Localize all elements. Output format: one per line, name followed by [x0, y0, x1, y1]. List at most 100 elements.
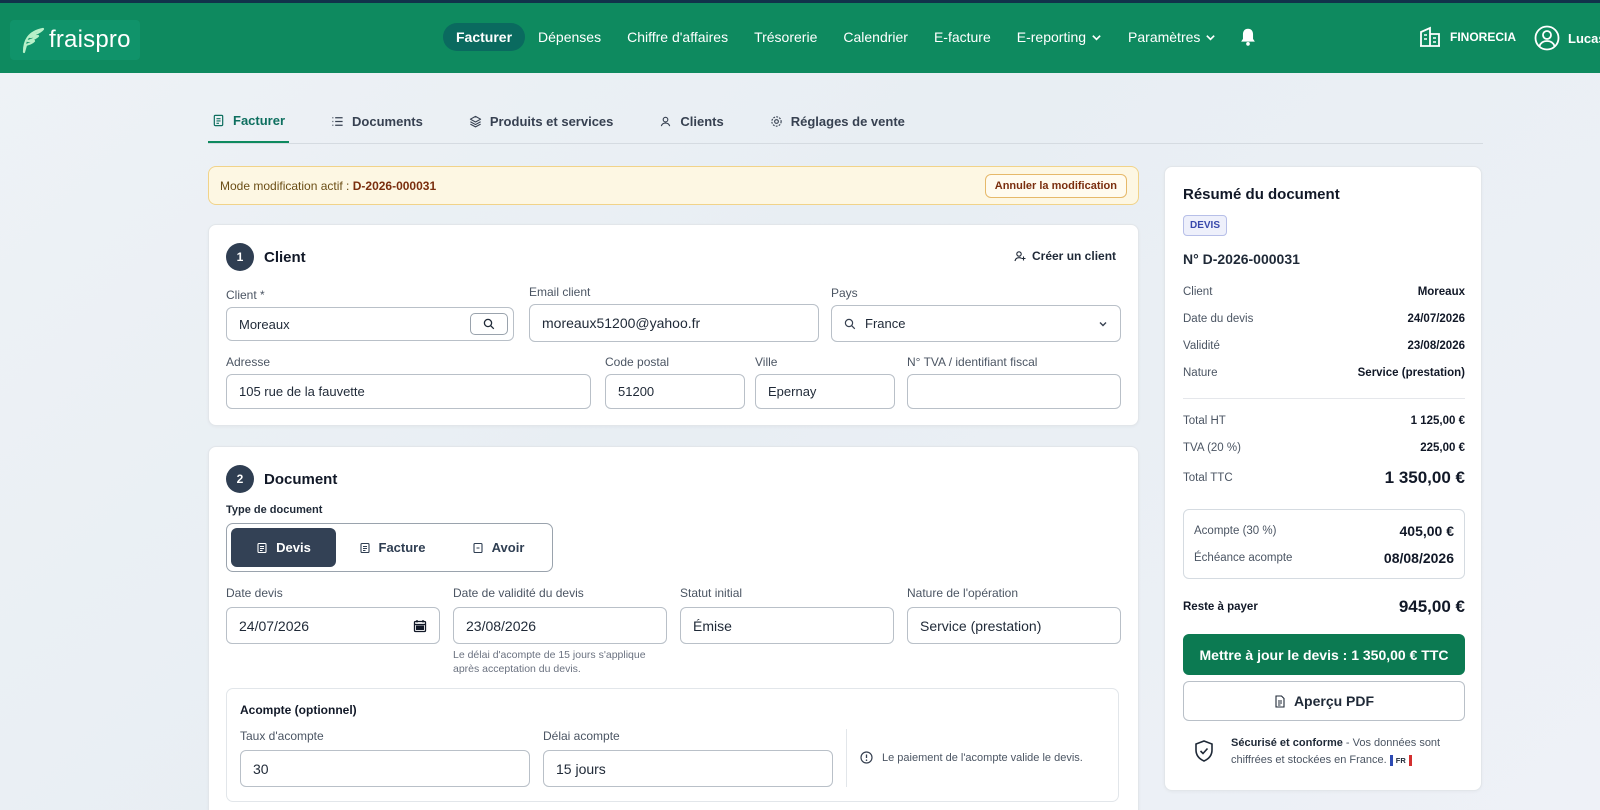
tva-label: TVA (20 %)	[1183, 442, 1241, 454]
nav-parametres-label: Paramètres	[1128, 29, 1201, 45]
france-flag-icon: FR	[1389, 754, 1412, 766]
logo-text: fraispro	[49, 26, 131, 53]
summary-row-nature: Nature Service (prestation)	[1183, 367, 1465, 379]
document-card: 2 Document Type de document Devis Factur…	[208, 446, 1139, 810]
tva-row: TVA (20 %) 225,00 €	[1183, 442, 1465, 454]
organization-switcher[interactable]: FINORECIA	[1418, 25, 1516, 49]
security-note: Sécurisé et conforme - Vos données sont …	[1193, 735, 1463, 769]
doc-type-toggle: Devis Facture Avoir	[226, 523, 553, 572]
app-logo[interactable]: fraispro	[10, 20, 140, 60]
tab-facturer[interactable]: Facturer	[208, 100, 290, 143]
date-value: 24/07/2026	[239, 617, 310, 634]
total-ttc-row: Total TTC 1 350,00 €	[1183, 468, 1465, 488]
create-client-label: Créer un client	[1032, 249, 1117, 263]
calendar-icon[interactable]	[413, 619, 427, 633]
summary-row-validity: Validité 23/08/2026	[1183, 340, 1465, 352]
tab-facturer-label: Facturer	[233, 113, 286, 128]
client-card: 1 Client Créer un client Client * Moreau…	[208, 224, 1139, 426]
invoice-icon	[213, 114, 224, 127]
summary-divider	[1183, 398, 1465, 399]
status-field[interactable]: Émise	[680, 607, 894, 644]
total-ht-value: 1 125,00 €	[1410, 415, 1465, 427]
summary-row-label: Validité	[1183, 340, 1220, 352]
doc-type-facture[interactable]: Facture	[340, 528, 444, 567]
client-name-value: Moreaux	[239, 316, 290, 332]
client-name-input[interactable]: Moreaux	[226, 307, 514, 341]
shield-check-icon	[1195, 740, 1213, 762]
nav-depenses[interactable]: Dépenses	[525, 23, 614, 51]
total-ht-row: Total HT 1 125,00 €	[1183, 415, 1465, 427]
deposit-due-label: Échéance acompte	[1194, 552, 1293, 564]
deposit-delay-field[interactable]: 15 jours	[543, 750, 833, 787]
client-section-header: 1 Client	[226, 243, 306, 271]
sub-tabs: Facturer Documents Produits et services …	[208, 100, 1483, 144]
postal-code-label: Code postal	[605, 355, 670, 369]
nav-e-facture[interactable]: E-facture	[921, 23, 1004, 51]
email-field[interactable]: moreaux51200@yahoo.fr	[529, 304, 819, 342]
update-quote-button[interactable]: Mettre à jour le devis : 1 350,00 € TTC	[1183, 634, 1465, 675]
nav-parametres[interactable]: Paramètres	[1115, 23, 1229, 51]
security-text: Sécurisé et conforme - Vos données sont …	[1231, 735, 1463, 769]
country-label: Pays	[831, 286, 858, 300]
date-input[interactable]: 24/07/2026	[226, 607, 440, 644]
validity-value: 23/08/2026	[466, 617, 537, 634]
deposit-summary-value: 405,00 €	[1399, 523, 1455, 539]
credit-note-icon	[473, 542, 483, 553]
total-ttc-label: Total TTC	[1183, 472, 1233, 484]
status-value: Émise	[693, 617, 732, 634]
nav-tresorerie-label: Trésorerie	[754, 29, 818, 45]
client-search-button[interactable]	[470, 313, 508, 335]
remaining-value: 945,00 €	[1398, 597, 1465, 616]
security-bold: Sécurisé et conforme	[1231, 737, 1343, 749]
nav-chiffre-affaires[interactable]: Chiffre d'affaires	[614, 23, 741, 51]
email-label: Email client	[529, 285, 591, 299]
doc-type-label: Type de document	[226, 504, 323, 516]
nature-label: Nature de l'opération	[907, 586, 1019, 600]
nav-depenses-label: Dépenses	[538, 29, 602, 45]
summary-row-label: Nature	[1183, 367, 1218, 379]
chevron-down-icon	[1099, 321, 1107, 326]
list-icon	[332, 117, 343, 126]
nav-calendrier[interactable]: Calendrier	[830, 23, 921, 51]
top-navbar: fraispro Facturer Dépenses Chiffre d'aff…	[0, 0, 1600, 73]
client-section-title: Client	[264, 248, 306, 266]
deposit-rate-field[interactable]: 30	[240, 750, 530, 787]
address-field[interactable]: 105 rue de la fauvette	[226, 374, 591, 409]
country-select[interactable]: France	[831, 305, 1121, 342]
city-field[interactable]: Epernay	[755, 374, 895, 409]
create-client-button[interactable]: Créer un client	[1014, 249, 1116, 263]
nav-e-reporting[interactable]: E-reporting	[1004, 23, 1115, 51]
bell-icon[interactable]	[1237, 26, 1259, 48]
pdf-preview-button[interactable]: Aperçu PDF	[1183, 681, 1465, 721]
tab-documents[interactable]: Documents	[327, 100, 427, 143]
remaining-label: Reste à payer	[1183, 601, 1258, 613]
document-icon	[359, 542, 370, 553]
doc-type-badge: DEVIS	[1183, 215, 1228, 236]
nav-facturer[interactable]: Facturer	[443, 23, 526, 51]
client-name-label: Client *	[226, 288, 265, 302]
tab-produits-services-label: Produits et services	[489, 114, 614, 129]
vat-field[interactable]	[907, 374, 1121, 409]
doc-type-avoir[interactable]: Avoir	[448, 528, 548, 567]
validity-input[interactable]: 23/08/2026	[453, 607, 667, 644]
vat-label: N° TVA / identifiant fiscal	[907, 355, 1038, 369]
tab-produits-services[interactable]: Produits et services	[465, 100, 618, 143]
deposit-delay-value: 15 jours	[556, 760, 606, 777]
nav-tresorerie[interactable]: Trésorerie	[741, 23, 830, 51]
validity-label: Date de validité du devis	[453, 586, 584, 600]
deposit-info-text: Le paiement de l'acompte valide le devis…	[882, 751, 1083, 764]
nature-field[interactable]: Service (prestation)	[907, 607, 1121, 644]
tab-reglages-vente[interactable]: Réglages de vente	[766, 100, 909, 143]
postal-code-field[interactable]: 51200	[605, 374, 745, 409]
step-number: 1	[226, 243, 254, 271]
summary-row-value: Service (prestation)	[1357, 367, 1465, 379]
user-menu[interactable]: Lucas	[1534, 25, 1600, 51]
tab-clients[interactable]: Clients	[655, 100, 727, 143]
summary-row-client: Client Moreaux	[1183, 286, 1465, 298]
step-number: 2	[226, 465, 254, 493]
add-user-icon	[1014, 251, 1026, 262]
cancel-edit-button[interactable]: Annuler la modification	[984, 173, 1127, 198]
divider	[846, 729, 847, 787]
doc-type-devis[interactable]: Devis	[231, 528, 336, 567]
document-section-title: Document	[264, 470, 338, 488]
